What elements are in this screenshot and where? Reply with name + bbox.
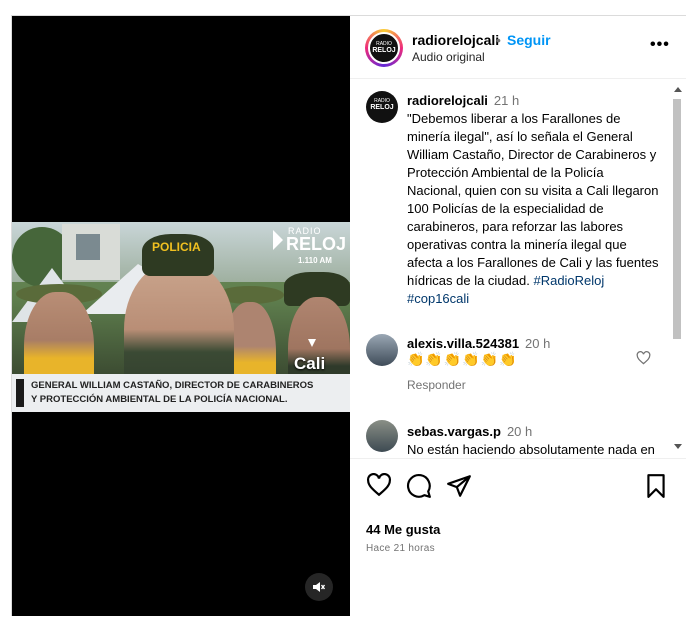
lower-third-line-2: Y PROTECCIÓN AMBIENTAL DE LA POLICÍA NAC… — [31, 394, 288, 405]
comment-button[interactable] — [406, 473, 432, 499]
bookmark-icon — [647, 474, 665, 498]
action-bar: 44 Me gusta Hace 21 horas — [350, 458, 686, 617]
avatar[interactable] — [366, 420, 398, 452]
comment-text: No están haciendo absolutamente nada en … — [407, 442, 655, 457]
comments-panel[interactable]: RADIO RELOJ radiorelojcali 21 h "Debemos … — [350, 79, 686, 459]
comment-body: sebas.vargas.p 20 h No están haciendo abs… — [407, 423, 667, 459]
avatar[interactable]: RADIO RELOJ — [368, 32, 400, 64]
likes-count[interactable]: 44 Me gusta — [366, 522, 440, 537]
comments-scrollbar[interactable] — [672, 85, 682, 451]
lower-third-line-1: GENERAL WILLIAM CASTAÑO, DIRECTOR DE CAR… — [31, 380, 314, 391]
logo-main-text: RELOJ — [286, 234, 347, 254]
comment-username[interactable]: sebas.vargas.p — [407, 424, 501, 439]
more-options-icon[interactable]: ••• — [650, 36, 670, 54]
general-hat: POLICIA — [142, 234, 214, 276]
caption-time: 21 h — [493, 93, 520, 108]
scroll-thumb[interactable] — [673, 99, 681, 339]
save-button[interactable] — [644, 473, 670, 499]
send-icon — [447, 475, 471, 497]
video-player[interactable]: POLICIA RADIO RELOJ 1.110 AM Cali GENERA… — [12, 16, 350, 616]
hashtag-link[interactable]: #RadioReloj — [533, 273, 604, 288]
post-card: POLICIA RADIO RELOJ 1.110 AM Cali GENERA… — [11, 15, 686, 617]
like-button[interactable] — [366, 472, 392, 499]
scroll-up-arrow-icon[interactable] — [674, 87, 682, 92]
story-ring[interactable]: RADIO RELOJ — [365, 29, 403, 67]
city-label: Cali — [294, 354, 326, 373]
post-header: RADIO RELOJ radiorelojcali • Seguir Audi… — [350, 16, 686, 79]
radio-reloj-logo: RADIO RELOJ 1.110 AM — [270, 222, 350, 270]
avatar[interactable] — [366, 334, 398, 366]
lower-third-text: GENERAL WILLIAM CASTAÑO, DIRECTOR DE CAR… — [31, 379, 331, 407]
like-comment-button[interactable] — [636, 351, 651, 370]
lower-third-mark — [16, 379, 24, 407]
reply-button[interactable]: Responder — [407, 378, 466, 392]
scroll-down-arrow-icon[interactable] — [674, 444, 682, 449]
hat-text: POLICIA — [152, 240, 201, 254]
hashtag-link[interactable]: #cop16cali — [407, 291, 469, 306]
avatar[interactable]: RADIO RELOJ — [366, 91, 398, 123]
avatar-text-big: RELOJ — [372, 47, 396, 54]
post-caption: radiorelojcali 21 h "Debemos liberar a lo… — [407, 92, 659, 308]
avatar-text-big: RELOJ — [370, 104, 394, 111]
lower-third: GENERAL WILLIAM CASTAÑO, DIRECTOR DE CAR… — [12, 374, 350, 412]
comment-username[interactable]: alexis.villa.524381 — [407, 336, 519, 351]
post-time: Hace 21 horas — [366, 543, 435, 554]
comment-icon — [407, 474, 431, 498]
comment-time: 20 h — [506, 424, 533, 439]
logo-mark-icon — [273, 230, 283, 250]
mute-button[interactable] — [305, 573, 333, 601]
video-frame: POLICIA RADIO RELOJ 1.110 AM Cali GENERA… — [12, 222, 350, 412]
comment-time: 20 h — [525, 336, 551, 351]
audio-link[interactable]: Audio original — [412, 50, 485, 64]
heart-icon — [367, 472, 391, 497]
post-sidebar: RADIO RELOJ radiorelojcali • Seguir Audi… — [350, 16, 686, 617]
caption-username[interactable]: radiorelojcali — [407, 93, 488, 108]
header-username[interactable]: radiorelojcali — [412, 32, 499, 48]
caption-body: "Debemos liberar a los Farallones de min… — [407, 111, 659, 288]
speaker-muted-icon — [313, 582, 326, 592]
heart-outline-icon — [636, 351, 651, 365]
share-button[interactable] — [446, 473, 472, 499]
background-building — [62, 224, 120, 280]
separator-dot: • — [496, 32, 501, 48]
comment-text: 👏👏👏👏👏👏 — [407, 351, 518, 367]
follow-button[interactable]: Seguir — [507, 32, 551, 48]
logo-frequency: 1.110 AM — [298, 256, 332, 265]
